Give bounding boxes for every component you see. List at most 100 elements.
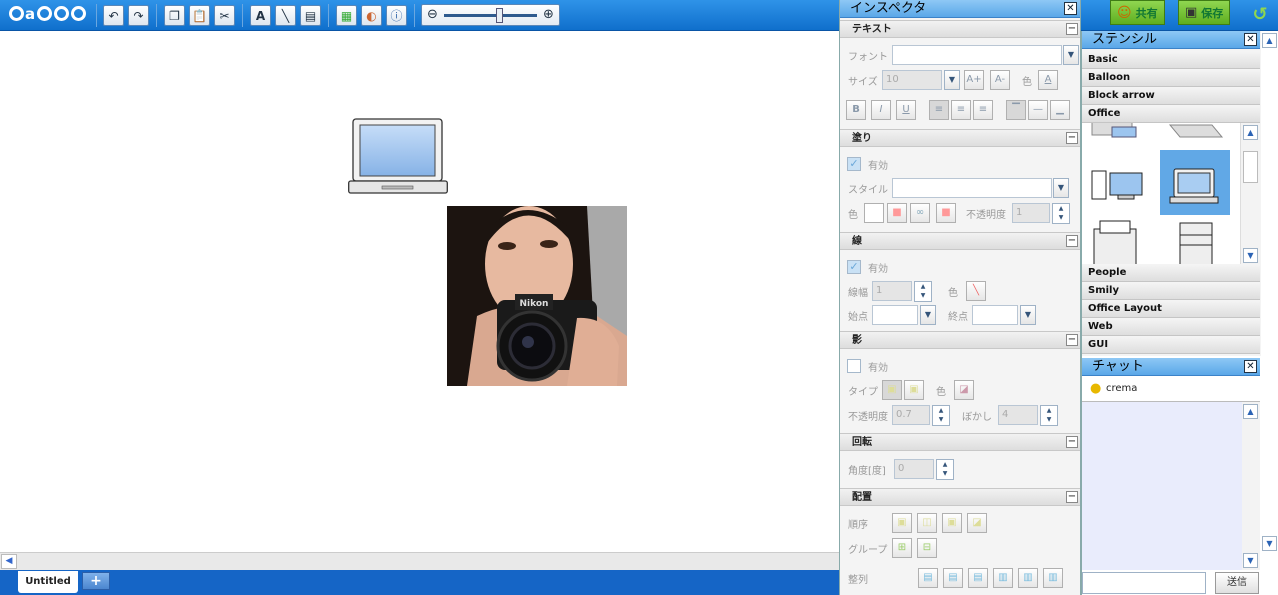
scroll-up-icon[interactable]: ▲ (1262, 33, 1277, 48)
align-bottom-objects-icon[interactable]: ▥ (1043, 568, 1063, 588)
shadow-color-button[interactable]: ◪ (954, 380, 974, 400)
fax-shape[interactable] (1093, 220, 1137, 265)
stencil-scrollbar[interactable]: ▲ ▼ (1240, 123, 1260, 264)
photo-image[interactable]: Nikon (447, 206, 627, 386)
font-size-down-button[interactable]: A- (990, 70, 1010, 90)
collapse-icon[interactable]: − (1066, 235, 1078, 247)
keyboard-shape[interactable] (1168, 124, 1224, 138)
scroll-up-icon[interactable]: ▲ (1243, 125, 1258, 140)
collapse-icon[interactable]: − (1066, 491, 1078, 503)
fill-style-field[interactable] (892, 178, 1052, 198)
zoom-thumb[interactable] (496, 8, 503, 23)
cacoo-logo[interactable]: cacoo a (8, 4, 88, 26)
chat-send-button[interactable]: 送信 (1215, 572, 1259, 594)
desktop-pc-shape[interactable] (1091, 170, 1143, 200)
valign-bottom-icon[interactable]: ▁ (1050, 100, 1070, 120)
paste-icon[interactable]: 📋 (189, 5, 210, 26)
section-text[interactable]: テキスト − (840, 20, 1080, 38)
ungroup-icon[interactable]: ⊟ (917, 538, 937, 558)
stencil-category-office[interactable]: Office (1082, 105, 1260, 123)
scroll-down-icon[interactable]: ▼ (1243, 553, 1258, 568)
align-left-objects-icon[interactable]: ▤ (918, 568, 938, 588)
chat-scrollbar[interactable]: ▲ ▼ (1242, 402, 1260, 570)
line-width-field[interactable]: 1 (872, 281, 912, 301)
valign-top-icon[interactable]: ▔ (1006, 100, 1026, 120)
copier-shape[interactable] (1179, 222, 1213, 265)
section-shadow[interactable]: 影 − (840, 331, 1080, 349)
italic-button[interactable]: I (871, 100, 891, 120)
shadow-type-b-icon[interactable]: ▣ (904, 380, 924, 400)
laptop-shape[interactable] (348, 118, 448, 194)
zoom-in-icon[interactable]: ⊕ (540, 7, 557, 24)
align-center-objects-icon[interactable]: ▤ (943, 568, 963, 588)
fill-opacity-stepper[interactable]: ▲ ▼ (1052, 203, 1070, 224)
shadow-opacity-stepper[interactable]: ▲ ▼ (932, 405, 950, 426)
fill-gradient-icon[interactable]: ∞ (910, 203, 930, 223)
cut-icon[interactable]: ✂ (214, 5, 235, 26)
angle-stepper[interactable]: ▲ ▼ (936, 459, 954, 480)
chat-input[interactable] (1082, 572, 1206, 594)
align-right-objects-icon[interactable]: ▤ (968, 568, 988, 588)
close-icon[interactable]: ✕ (1244, 360, 1257, 373)
stencil-scroll-thumb[interactable] (1243, 151, 1258, 183)
info-icon[interactable]: ⓘ (386, 5, 407, 26)
collapse-icon[interactable]: − (1066, 23, 1078, 35)
collapse-icon[interactable]: − (1066, 436, 1078, 448)
align-middle-objects-icon[interactable]: ▥ (1018, 568, 1038, 588)
color-icon[interactable]: ◐ (361, 5, 382, 26)
underline-button[interactable]: U (896, 100, 916, 120)
share-button[interactable]: ☺ 共有 (1110, 0, 1165, 25)
line-end-field[interactable] (972, 305, 1018, 325)
line-end-dropdown-icon[interactable]: ▼ (1020, 305, 1036, 325)
font-size-up-button[interactable]: A+ (964, 70, 984, 90)
collapse-icon[interactable]: − (1066, 132, 1078, 144)
horizontal-scrollbar[interactable]: ◀ (0, 552, 840, 570)
stencil-icon[interactable]: ▦ (336, 5, 357, 26)
save-button[interactable]: ▣ 保存 (1178, 0, 1231, 25)
stencil-category-balloon[interactable]: Balloon (1082, 69, 1260, 87)
align-top-objects-icon[interactable]: ▥ (993, 568, 1013, 588)
scroll-left-icon[interactable]: ◀ (1, 554, 17, 569)
fill-color-white-swatch[interactable] (864, 203, 884, 223)
zoom-slider[interactable]: ⊖ ⊕ (421, 4, 560, 26)
scroll-up-icon[interactable]: ▲ (1243, 404, 1258, 419)
revert-icon[interactable]: ↺ (1249, 4, 1271, 26)
bring-to-front-icon[interactable]: ◫ (917, 513, 937, 533)
shadow-opacity-field[interactable]: 0.7 (892, 405, 930, 425)
collapse-icon[interactable]: − (1066, 334, 1078, 346)
shadow-blur-stepper[interactable]: ▲ ▼ (1040, 405, 1058, 426)
align-center-icon[interactable]: ≡ (951, 100, 971, 120)
shadow-blur-field[interactable]: 4 (998, 405, 1038, 425)
align-right-icon[interactable]: ≡ (973, 100, 993, 120)
fill-color-red-swatch[interactable]: ■ (887, 203, 907, 223)
line-tool-icon[interactable]: ╲ (275, 5, 296, 26)
image-tool-icon[interactable]: ▤ (300, 5, 321, 26)
align-left-icon[interactable]: ≡ (929, 100, 949, 120)
drawing-canvas[interactable] (0, 31, 840, 552)
send-backward-icon[interactable]: ▣ (942, 513, 962, 533)
valign-middle-icon[interactable]: — (1028, 100, 1048, 120)
line-color-button[interactable]: ╲ (966, 281, 986, 301)
stencil-category-gui[interactable]: GUI (1082, 336, 1260, 354)
size-field[interactable]: 10 (882, 70, 942, 90)
copy-icon[interactable]: ❐ (164, 5, 185, 26)
line-start-dropdown-icon[interactable]: ▼ (920, 305, 936, 325)
scroll-down-icon[interactable]: ▼ (1262, 536, 1277, 551)
undo-icon[interactable]: ↶ (103, 5, 124, 26)
bring-forward-icon[interactable]: ▣ (892, 513, 912, 533)
line-width-stepper[interactable]: ▲ ▼ (914, 281, 932, 302)
section-rotate[interactable]: 回転 − (840, 433, 1080, 451)
page-vertical-scrollbar[interactable]: ▲ ▼ (1261, 31, 1278, 595)
zoom-out-icon[interactable]: ⊖ (424, 7, 441, 24)
stencil-category-smily[interactable]: Smily (1082, 282, 1260, 300)
shadow-enabled-checkbox[interactable] (847, 359, 861, 373)
stencil-category-basic[interactable]: Basic (1082, 51, 1260, 69)
stencil-category-web[interactable]: Web (1082, 318, 1260, 336)
close-icon[interactable]: ✕ (1244, 33, 1257, 46)
font-field[interactable] (892, 45, 1062, 65)
line-enabled-checkbox[interactable]: ✓ (847, 260, 861, 274)
section-fill[interactable]: 塗り − (840, 129, 1080, 147)
shadow-type-a-icon[interactable]: ▣ (882, 380, 902, 400)
angle-field[interactable]: 0 (894, 459, 934, 479)
send-to-back-icon[interactable]: ◪ (967, 513, 987, 533)
